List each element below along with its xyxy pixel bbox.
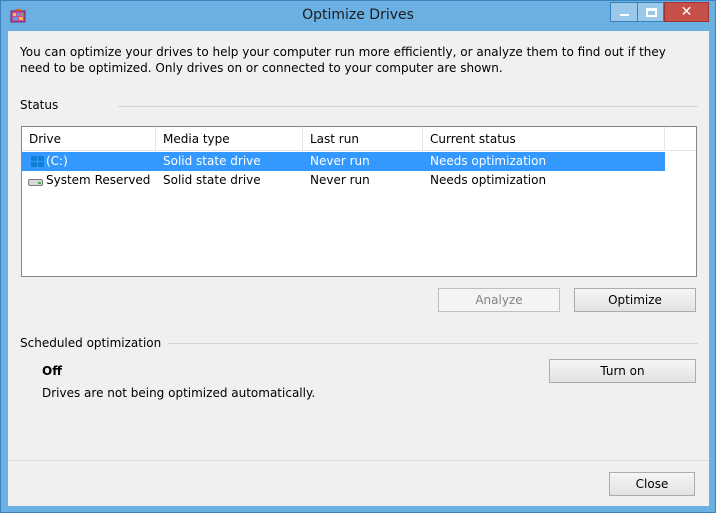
close-icon: ✕ (680, 4, 693, 20)
media-type-cell: Solid state drive (163, 154, 261, 168)
maximize-button[interactable] (637, 2, 664, 22)
column-header-drive[interactable]: Drive (22, 127, 156, 151)
analyze-button[interactable]: Analyze (438, 288, 560, 312)
close-window-button[interactable]: ✕ (664, 2, 709, 22)
intro-text: You can optimize your drives to help you… (20, 45, 666, 75)
hard-drive-icon (28, 175, 44, 187)
windows-drive-icon (28, 155, 44, 168)
current-status-cell: Needs optimization (430, 173, 547, 187)
last-run-cell: Never run (310, 173, 370, 187)
status-section-label: Status (20, 98, 59, 112)
optimize-drives-window: Optimize Drives ✕ You can optimize your … (0, 0, 716, 513)
drives-list[interactable]: Drive Media type Last run Current status… (21, 126, 697, 277)
close-button[interactable]: Close (609, 472, 695, 496)
drive-name: (C:) (46, 154, 68, 168)
title-bar[interactable]: Optimize Drives ✕ (1, 1, 715, 31)
dialog-body: You can optimize your drives to help you… (8, 31, 709, 506)
table-row[interactable]: (C:) Solid state drive Never run Needs o… (22, 152, 665, 171)
scheduled-divider (168, 343, 698, 344)
schedule-description: Drives are not being optimized automatic… (42, 386, 316, 400)
column-header-filler (665, 127, 696, 151)
media-type-cell: Solid state drive (163, 173, 261, 187)
turn-on-button[interactable]: Turn on (549, 359, 696, 383)
scheduled-section-label: Scheduled optimization (20, 336, 162, 350)
maximize-icon (646, 8, 657, 17)
window-title: Optimize Drives (302, 7, 414, 23)
minimize-icon (620, 14, 629, 16)
optimize-button[interactable]: Optimize (574, 288, 696, 312)
drives-list-header: Drive Media type Last run Current status (22, 127, 696, 151)
dialog-footer: Close (8, 460, 709, 506)
column-header-media-type[interactable]: Media type (156, 127, 303, 151)
schedule-state: Off (42, 364, 62, 378)
last-run-cell: Never run (310, 154, 370, 168)
status-divider (118, 106, 698, 107)
column-header-last-run[interactable]: Last run (303, 127, 423, 151)
table-row[interactable]: System Reserved Solid state drive Never … (22, 171, 665, 190)
current-status-cell: Needs optimization (430, 154, 547, 168)
minimize-button[interactable] (610, 2, 637, 22)
column-header-current-status[interactable]: Current status (423, 127, 665, 151)
drive-name: System Reserved (46, 173, 151, 187)
